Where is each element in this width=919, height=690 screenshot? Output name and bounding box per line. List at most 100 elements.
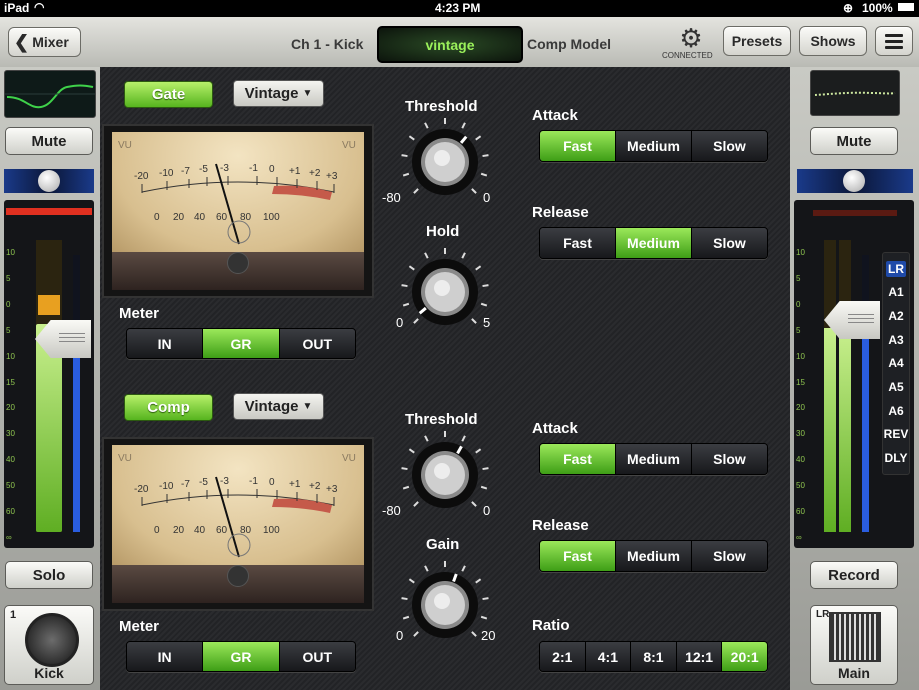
bus-a4[interactable]: A4 — [886, 355, 905, 371]
comp-meter-option-gr[interactable]: GR — [203, 642, 280, 671]
comp-release-option-medium[interactable]: Medium — [616, 541, 692, 571]
bus-a5[interactable]: A5 — [886, 379, 905, 395]
comp-attack-option-medium[interactable]: Medium — [616, 444, 692, 474]
bus-a1[interactable]: A1 — [886, 284, 905, 300]
pan-slider[interactable] — [4, 169, 94, 193]
comp-meter-option-out[interactable]: OUT — [279, 642, 355, 671]
gate-threshold-knob[interactable] — [400, 117, 490, 212]
eq-thumbnail[interactable] — [810, 70, 900, 116]
shows-button[interactable]: Shows — [799, 26, 867, 56]
menu-icon — [885, 33, 903, 37]
vu-scale-mark: +1 — [289, 479, 301, 490]
channel-select-button[interactable]: 1 Kick — [4, 605, 94, 685]
comp-ratio-option-8-1[interactable]: 8:1 — [631, 642, 677, 671]
fader-scale-mark: 40 — [796, 455, 805, 465]
gate-release-option-fast[interactable]: Fast — [540, 228, 616, 258]
comp-release-option-fast[interactable]: Fast — [540, 541, 616, 571]
vu-scale-mark: -3 — [220, 476, 229, 487]
main-select-button[interactable]: LR Main — [810, 605, 898, 685]
gate-model-dropdown[interactable]: Vintage ▼ — [233, 80, 324, 107]
solo-button[interactable]: Solo — [5, 561, 93, 589]
comp-gain-knob[interactable] — [400, 560, 490, 655]
mute-button[interactable]: Mute — [5, 127, 93, 155]
comp-ratio-option-2-1[interactable]: 2:1 — [540, 642, 586, 671]
balance-slider[interactable] — [797, 169, 913, 193]
gate-model-label: Vintage — [244, 85, 299, 102]
gate-threshold-label: Threshold — [405, 98, 478, 115]
chevron-down-icon: ▼ — [302, 88, 313, 99]
vu-scale-mark: +2 — [309, 481, 321, 492]
gate-meter-option-gr[interactable]: GR — [203, 329, 280, 358]
bus-lr[interactable]: LR — [886, 260, 906, 277]
gate-hold-knob[interactable] — [400, 247, 490, 342]
wifi-icon: ◠ — [34, 0, 45, 14]
left-channel-strip: Mute 10 5 0 5 10 15 20 30 40 50 60 ∞ Solo 1 Kick — [0, 67, 100, 690]
comp-vu-face: VU VU -20 -10 -7 -5 -3 -1 0 +1 +2 +3 0 20 40 60 80 100 — [112, 445, 364, 565]
kick-drum-icon — [25, 613, 79, 667]
gate-release-option-slow[interactable]: Slow — [692, 228, 767, 258]
menu-button[interactable] — [875, 26, 913, 56]
gate-attack-option-fast[interactable]: Fast — [540, 131, 616, 161]
comp-release-option-slow[interactable]: Slow — [692, 541, 767, 571]
gate-vu-meter: VU VU -20 -10 -7 -5 -3 -1 0 +1 +2 +3 0 20 40 60 80 100 — [102, 124, 374, 298]
pan-knob[interactable] — [38, 170, 60, 192]
comp-attack-option-slow[interactable]: Slow — [692, 444, 767, 474]
comp-model-dropdown[interactable]: Vintage ▼ — [233, 393, 324, 420]
model-display[interactable]: vintage — [377, 26, 523, 63]
record-button[interactable]: Record — [810, 561, 898, 589]
bus-a6[interactable]: A6 — [886, 403, 905, 419]
comp-ratio-option-20-1[interactable]: 20:1 — [722, 642, 767, 671]
gate-meter-selector: IN GR OUT — [126, 328, 356, 359]
gate-attack-option-slow[interactable]: Slow — [692, 131, 767, 161]
vu-scale-mark: -1 — [249, 476, 258, 487]
comp-attack-option-fast[interactable]: Fast — [540, 444, 616, 474]
knob-dial-icon — [401, 248, 489, 325]
gate-vu-scale: VU VU-20 -10 -7 -5 -3 -1 0 +1 +2 +30 20 40 60 80 100 — [118, 140, 356, 245]
comp-attack-selector: Fast Medium Slow — [539, 443, 768, 475]
gate-toggle[interactable]: Gate — [124, 81, 213, 108]
fader-scale-mark: 20 — [6, 403, 15, 413]
gate-meter-option-in[interactable]: IN — [127, 329, 204, 358]
eq-thumbnail[interactable] — [4, 70, 96, 118]
comp-release-selector: Fast Medium Slow — [539, 540, 768, 572]
presets-button[interactable]: Presets — [723, 26, 791, 56]
comp-threshold-knob[interactable] — [400, 430, 490, 525]
fader-scale-mark: 10 — [6, 351, 15, 361]
comp-ratio-option-12-1[interactable]: 12:1 — [676, 642, 723, 671]
gate-hold-max: 5 — [483, 315, 491, 330]
vu-percent-mark: 20 — [173, 212, 185, 223]
vu-scale-mark: -10 — [159, 481, 174, 492]
gate-threshold-max: 0 — [483, 190, 491, 205]
gate-attack-option-medium[interactable]: Medium — [616, 131, 692, 161]
balance-knob[interactable] — [843, 170, 865, 192]
comp-meter-option-in[interactable]: IN — [127, 642, 204, 671]
fader-scale: 10 5 0 5 10 15 20 30 40 50 60 ∞ — [6, 248, 32, 542]
bus-dly[interactable]: DLY — [883, 450, 910, 466]
gate-attack-selector: Fast Medium Slow — [539, 130, 768, 162]
gate-hold-label: Hold — [426, 223, 460, 240]
right-master-strip: Mute 10 5 0 5 10 15 20 30 40 50 60 ∞ LR A1 A2 A3 A4 A5 A6… — [790, 67, 919, 690]
main-panel: Gate Vintage ▼ VU VU -20 -10 -7 -5 -3 -1 0 +1 +2 +3 0… — [100, 67, 790, 690]
bus-a3[interactable]: A3 — [886, 332, 905, 348]
comp-ratio-option-4-1[interactable]: 4:1 — [585, 642, 632, 671]
chevron-down-icon: ▼ — [302, 401, 313, 412]
main-mute-button[interactable]: Mute — [810, 127, 898, 155]
gate-vu-face: VU VU -20 -10 -7 -5 -3 -1 0 +1 +2 +3 0 20 40 60 80 100 — [112, 132, 364, 252]
comp-vu-scale: VU VU-20 -10 -7 -5 -3 -1 0 +1 +2 +30 20 40 60 80 100 — [118, 453, 356, 558]
fader-scale-mark: 5 — [6, 325, 11, 335]
vu-scale-mark: -10 — [159, 168, 174, 179]
vu-scale-mark: +3 — [326, 171, 338, 182]
gate-meter-option-out[interactable]: OUT — [279, 329, 355, 358]
gate-release-option-medium[interactable]: Medium — [616, 228, 692, 258]
vu-scale-mark: -20 — [134, 171, 149, 182]
mixer-back-button[interactable]: ❮ Mixer — [8, 27, 81, 57]
vu-scale-mark: -3 — [220, 163, 229, 174]
gear-icon[interactable]: ⚙ — [676, 25, 706, 51]
vu-right-mark: VU — [342, 140, 356, 151]
fader-scale-mark: 5 — [796, 273, 801, 283]
comp-ratio-label: Ratio — [532, 617, 570, 634]
comp-attack-label: Attack — [532, 420, 578, 437]
bus-a2[interactable]: A2 — [886, 308, 905, 324]
comp-toggle[interactable]: Comp — [124, 394, 213, 421]
bus-rev[interactable]: REV — [882, 426, 911, 442]
